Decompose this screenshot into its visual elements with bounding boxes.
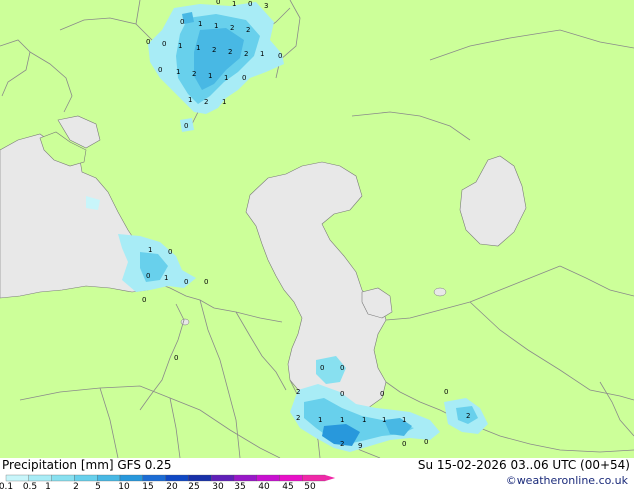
legend-tick-label: 15 [142, 482, 154, 492]
legend-swatch [256, 474, 280, 482]
legend-tick-label: 50 [304, 482, 316, 492]
legend-swatch [28, 474, 52, 482]
legend-tick-label: 45 [282, 482, 294, 492]
precip-value: 1 [222, 98, 226, 106]
precip-value: 0 [158, 66, 162, 74]
legend-tick-label: 10 [118, 482, 130, 492]
precip-value: 0 [340, 364, 344, 372]
precip-value: 0 [204, 278, 208, 286]
precip-value: 2 [340, 440, 344, 448]
legend-tick-label: 1 [45, 482, 51, 492]
legend-swatch [119, 474, 143, 482]
precip-value: 0 [444, 388, 448, 396]
legend-tick-label: 40 [258, 482, 270, 492]
legend-tick-label: 25 [188, 482, 200, 492]
precip-value: 1 [176, 68, 180, 76]
precip-value: 1 [188, 96, 192, 104]
legend-swatch [74, 474, 98, 482]
precip-value: 0 [278, 52, 282, 60]
precip-value: 2 [466, 412, 470, 420]
map-title: Precipitation [mm] GFS 0.25 [2, 458, 172, 472]
legend-swatch [233, 474, 257, 482]
precip-value: 9 [358, 442, 362, 450]
lake [180, 318, 190, 326]
legend-swatch [97, 474, 121, 482]
precip-value: 0 [402, 440, 406, 448]
precip-value: 1 [318, 416, 322, 424]
precip-value: 1 [196, 44, 200, 52]
legend-swatch [279, 474, 303, 482]
precip-value: 2 [296, 388, 300, 396]
precip-value: 1 [198, 20, 202, 28]
map-footer: Precipitation [mm] GFS 0.25 Su 15-02-202… [0, 458, 634, 492]
precip-value: 1 [402, 416, 406, 424]
precip-value: 0 [168, 248, 172, 256]
precip-value: 1 [148, 246, 152, 254]
lake [433, 287, 447, 297]
precip-value: 0 [180, 18, 184, 26]
precip-value: 0 [320, 364, 324, 372]
legend-tick-label: 30 [212, 482, 224, 492]
credit-link[interactable]: ©weatheronline.co.uk [506, 474, 628, 487]
precip-value: 2 [296, 414, 300, 422]
legend-swatch [51, 474, 75, 482]
legend-tick-label: 2 [73, 482, 79, 492]
precipitation-map: 0 1 0 3 0 1 1 2 2 0 0 1 1 2 2 2 1 0 0 1 … [0, 0, 634, 458]
legend-colorbar [5, 474, 336, 482]
legend-tick-label: 0.5 [22, 482, 38, 492]
precip-value: 1 [178, 42, 182, 50]
legend-swatch [5, 474, 29, 482]
legend-tick-label: 35 [234, 482, 246, 492]
precip-value: 2 [192, 70, 196, 78]
precip-value: 0 [380, 390, 384, 398]
precip-value: 0 [142, 296, 146, 304]
precip-value: 1 [260, 50, 264, 58]
precip-value: 2 [230, 24, 234, 32]
legend-swatch [142, 474, 166, 482]
precip-value: 1 [224, 74, 228, 82]
precip-value: 0 [174, 354, 178, 362]
valid-time: Su 15-02-2026 03..06 UTC (00+54) [417, 458, 630, 472]
precip-value: 2 [212, 46, 216, 54]
legend-tick-label: 5 [95, 482, 101, 492]
precip-value: 2 [246, 26, 250, 34]
precip-value: 0 [146, 38, 150, 46]
legend-tick-label: 20 [166, 482, 178, 492]
legend-arrow [325, 475, 336, 481]
precip-value: 0 [248, 0, 252, 8]
legend-tick-label: 0.1 [0, 482, 14, 492]
precip-value: 0 [146, 272, 150, 280]
precip-value: 1 [362, 416, 366, 424]
legend-swatch [188, 474, 212, 482]
precip-value: 0 [216, 0, 220, 6]
precip-value: 2 [244, 50, 248, 58]
precip-value: 1 [232, 0, 236, 8]
precip-value: 0 [184, 122, 188, 130]
precip-value: 0 [184, 278, 188, 286]
precip-value: 2 [228, 48, 232, 56]
precip-value: 3 [264, 2, 268, 10]
precip-value: 1 [164, 274, 168, 282]
precip-value: 1 [382, 416, 386, 424]
precip-value: 0 [424, 438, 428, 446]
legend-swatch [302, 474, 326, 482]
precip-value: 1 [214, 22, 218, 30]
precip-value: 0 [162, 40, 166, 48]
precip-value: 0 [340, 390, 344, 398]
precip-value: 1 [340, 416, 344, 424]
legend-swatch [165, 474, 189, 482]
precip-value: 2 [204, 98, 208, 106]
precip-value: 0 [242, 74, 246, 82]
precip-value: 1 [208, 72, 212, 80]
legend-swatch [211, 474, 235, 482]
